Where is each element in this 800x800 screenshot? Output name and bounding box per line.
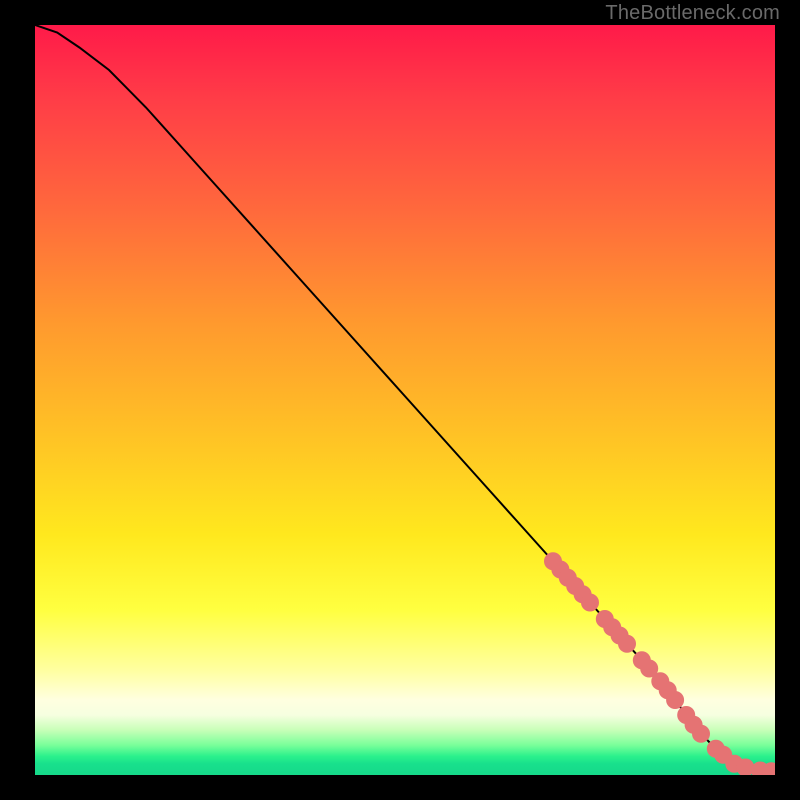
bottleneck-curve	[35, 25, 775, 771]
marker-point	[618, 635, 636, 653]
chart-frame: TheBottleneck.com	[0, 0, 800, 800]
marker-group	[544, 552, 775, 775]
plot-overlay	[35, 25, 775, 775]
marker-point	[666, 691, 684, 709]
marker-point	[581, 594, 599, 612]
watermark-text: TheBottleneck.com	[605, 2, 780, 25]
marker-point	[692, 725, 710, 743]
